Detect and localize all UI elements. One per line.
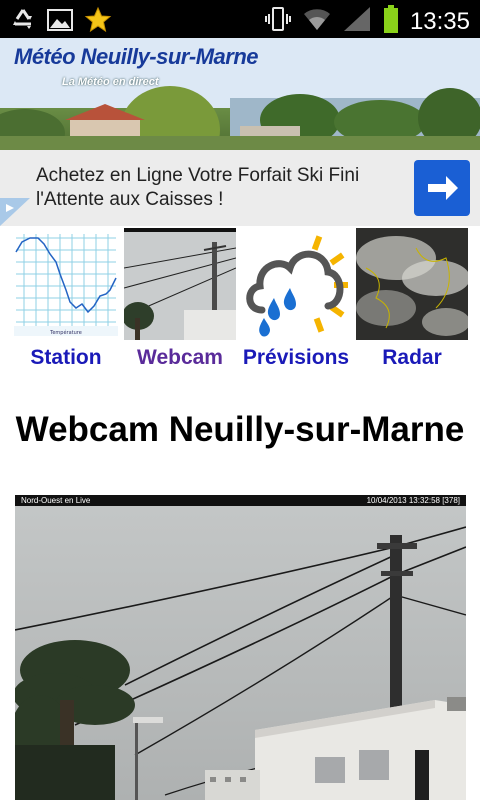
banner-subtitle: La Météo en direct [62, 76, 159, 88]
nav-label-station[interactable]: Station [8, 346, 124, 370]
webcam-thumbnail[interactable] [124, 228, 236, 340]
wifi-icon [302, 5, 332, 38]
image-icon [46, 8, 74, 37]
nav-item-radar[interactable]: Radar [354, 226, 470, 370]
ad-arrow-button[interactable] [414, 160, 470, 221]
ad-text[interactable]: Achetez en Ligne Votre Forfait Ski Fini … [36, 164, 396, 212]
star-icon [84, 6, 112, 39]
main-nav: Température Station Webcam Prévisions Ra… [0, 226, 480, 376]
webcam-scene [15, 495, 466, 800]
vibrate-icon [264, 5, 292, 38]
advertisement[interactable]: Achetez en Ligne Votre Forfait Ski Fini … [0, 150, 480, 226]
webcam-overlay-bar: Nord-Ouest en Live 10/04/2013 13:32:58 [… [15, 495, 466, 506]
status-bar: 13:35 [0, 0, 480, 38]
svg-text:Température: Température [49, 329, 82, 336]
battery-icon [382, 4, 400, 39]
banner-title: Météo Neuilly-sur-Marne [14, 44, 259, 69]
nav-item-webcam[interactable]: Webcam [122, 226, 238, 370]
recycle-icon [10, 7, 36, 38]
nav-label-webcam[interactable]: Webcam [122, 346, 238, 370]
site-banner[interactable]: Météo Neuilly-sur-Marne La Météo en dire… [0, 38, 480, 150]
radar-satellite-thumbnail[interactable] [356, 228, 468, 340]
signal-icon [342, 5, 372, 38]
nav-label-previsions[interactable]: Prévisions [238, 346, 354, 370]
weather-forecast-icon[interactable] [240, 228, 352, 340]
page-title: Webcam Neuilly-sur-Marne [15, 410, 465, 449]
arrow-right-icon [414, 160, 470, 216]
webcam-overlay-right: 10/04/2013 13:32:58 [378] [366, 496, 460, 505]
clock: 13:35 [409, 7, 470, 35]
nav-item-previsions[interactable]: Prévisions [238, 226, 354, 370]
nav-item-station[interactable]: Température Station [8, 226, 124, 370]
station-chart-thumbnail[interactable]: Température [10, 228, 122, 340]
nav-label-radar[interactable]: Radar [354, 346, 470, 370]
webcam-image[interactable]: Nord-Ouest en Live 10/04/2013 13:32:58 [… [15, 495, 466, 800]
webcam-overlay-left: Nord-Ouest en Live [21, 496, 91, 505]
